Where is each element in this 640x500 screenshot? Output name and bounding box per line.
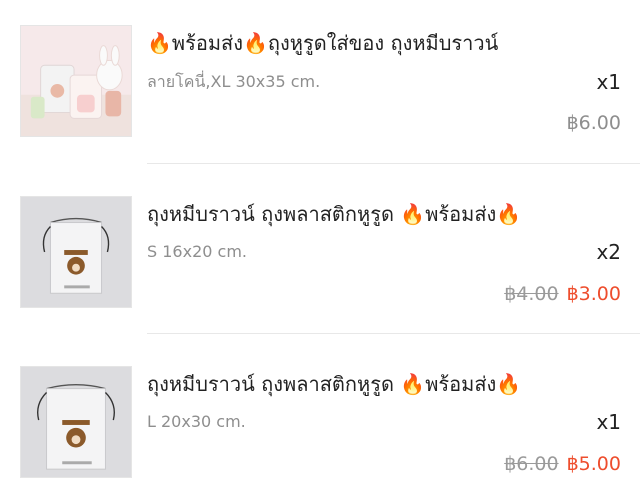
- order-item-list: 🔥พร้อมส่ง🔥ถุงหูรูดใส่ของ ถุงหมีบราวน์ ลา…: [0, 0, 640, 498]
- price-group: ฿6.00: [567, 110, 621, 136]
- product-variant: ลายโคนี่,XL 30x35 cm.: [147, 72, 321, 91]
- product-title[interactable]: ถุงหมีบราวน์ ถุงพลาสติกหูรูด 🔥พร้อมส่ง🔥: [147, 199, 626, 229]
- product-thumbnail[interactable]: [20, 25, 132, 137]
- product-title[interactable]: 🔥พร้อมส่ง🔥ถุงหูรูดใส่ของ ถุงหมีบราวน์: [147, 28, 626, 58]
- item-price: ฿3.00: [566, 283, 621, 305]
- item-price: ฿6.00: [566, 112, 621, 134]
- price-group: ฿6.00 ฿5.00: [504, 451, 621, 477]
- product-photo-bag-small: [21, 197, 131, 307]
- order-item[interactable]: 🔥พร้อมส่ง🔥ถุงหูรูดใส่ของ ถุงหมีบราวน์ ลา…: [0, 0, 640, 165]
- item-quantity: x2: [596, 240, 621, 264]
- item-divider: [147, 333, 640, 334]
- product-thumbnail[interactable]: [20, 366, 132, 478]
- item-divider: [147, 163, 640, 164]
- product-title[interactable]: ถุงหมีบราวน์ ถุงพลาสติกหูรูด 🔥พร้อมส่ง🔥: [147, 369, 626, 399]
- product-thumbnail[interactable]: [20, 196, 132, 308]
- original-price: ฿4.00: [504, 283, 559, 305]
- item-quantity: x1: [596, 410, 621, 434]
- original-price: ฿6.00: [504, 453, 559, 475]
- item-quantity: x1: [596, 70, 621, 94]
- item-price: ฿5.00: [566, 453, 621, 475]
- product-variant: S 16x20 cm.: [147, 242, 247, 261]
- order-item[interactable]: ถุงหมีบราวน์ ถุงพลาสติกหูรูด 🔥พร้อมส่ง🔥 …: [0, 335, 640, 500]
- order-item[interactable]: ถุงหมีบราวน์ ถุงพลาสติกหูรูด 🔥พร้อมส่ง🔥 …: [0, 165, 640, 330]
- product-photo-bag-large: [21, 367, 131, 477]
- price-group: ฿4.00 ฿3.00: [504, 281, 621, 307]
- product-photo-bags: [21, 26, 131, 136]
- product-variant: L 20x30 cm.: [147, 412, 246, 431]
